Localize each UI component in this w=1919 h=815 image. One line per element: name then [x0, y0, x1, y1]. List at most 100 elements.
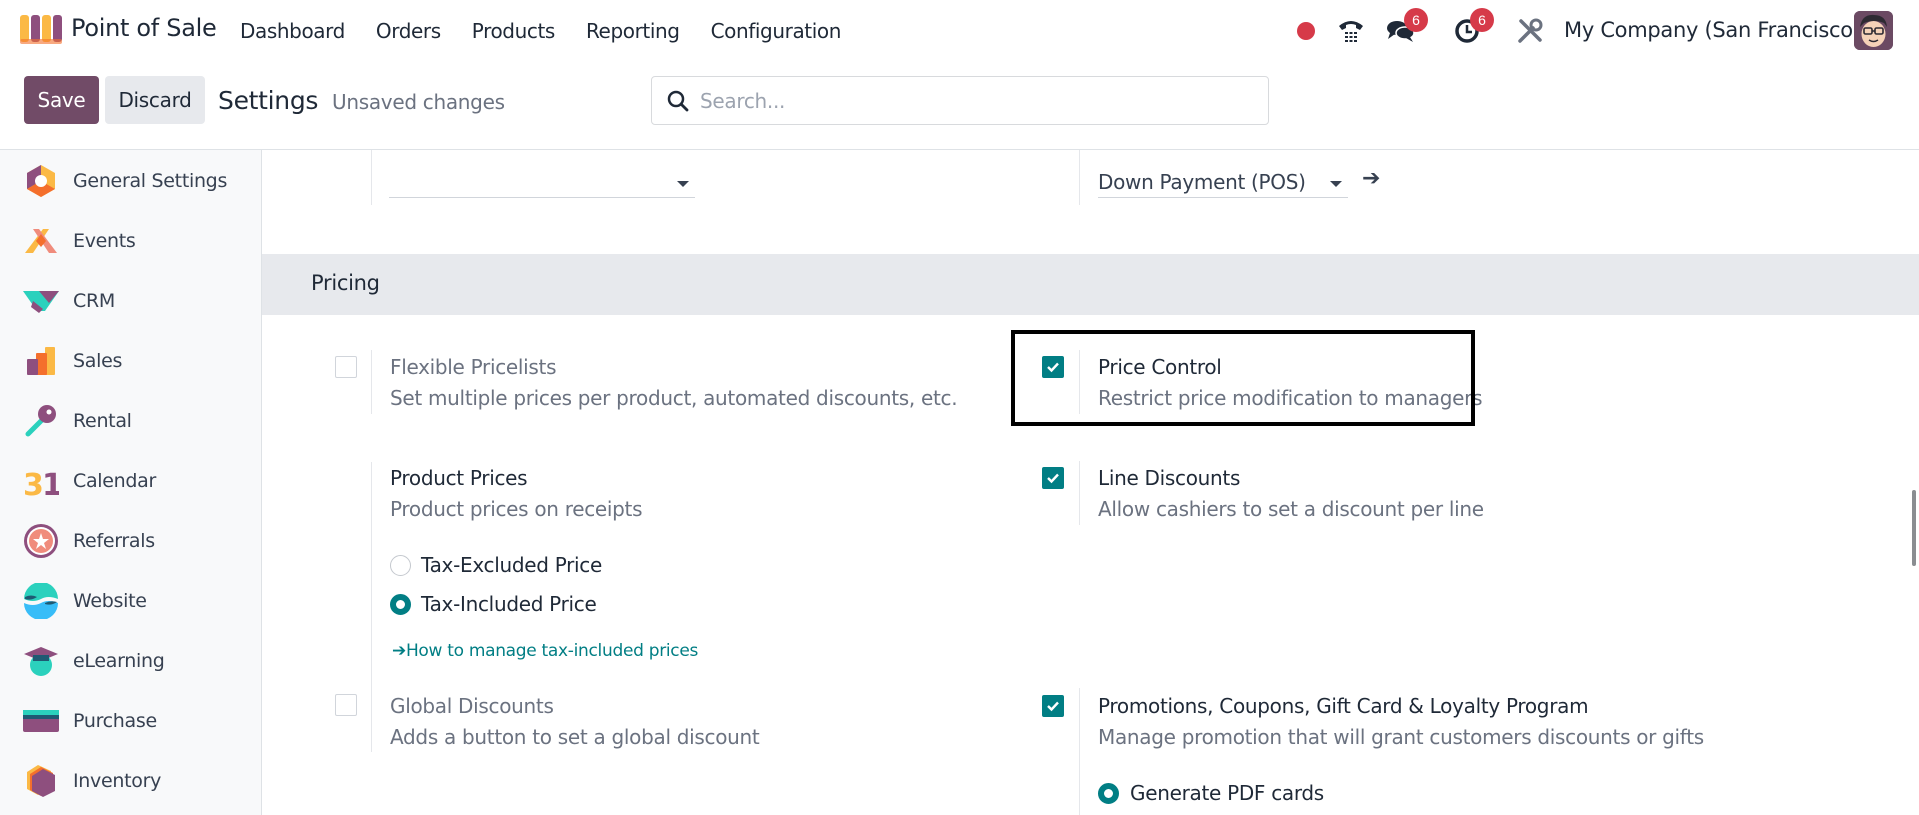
company-switcher[interactable]: My Company (San Francisco): [1564, 18, 1861, 42]
promotions-title: Promotions, Coupons, Gift Card & Loyalty…: [1098, 694, 1589, 718]
global-discounts-title: Global Discounts: [390, 694, 554, 718]
flexible-pricelists-desc: Set multiple prices per product, automat…: [390, 386, 958, 410]
tools-icon: [1518, 18, 1543, 43]
sidebar-item-label: Events: [73, 230, 136, 252]
phone-button[interactable]: [1334, 14, 1368, 48]
elearning-icon: [24, 647, 58, 676]
user-avatar[interactable]: [1854, 11, 1893, 50]
general-settings-icon: [27, 165, 55, 197]
external-link-arrow-icon[interactable]: ➔: [1362, 166, 1380, 191]
sidebar-item-general-settings[interactable]: General Settings: [0, 153, 261, 209]
tax-excluded-label[interactable]: Tax-Excluded Price: [421, 553, 602, 577]
menu-orders[interactable]: Orders: [376, 19, 441, 43]
divider: [1079, 688, 1080, 815]
sidebar-item-crm[interactable]: CRM: [0, 273, 261, 329]
line-discounts-desc: Allow cashiers to set a discount per lin…: [1098, 497, 1484, 521]
main-menu: Dashboard Orders Products Reporting Conf…: [240, 19, 872, 43]
sidebar-item-sales[interactable]: Sales: [0, 333, 261, 389]
menu-products[interactable]: Products: [472, 19, 556, 43]
sidebar-item-label: Referrals: [73, 530, 155, 552]
product-prices-title: Product Prices: [390, 466, 528, 490]
divider: [371, 150, 372, 205]
sidebar-item-label: Rental: [73, 410, 132, 432]
debug-tools-button[interactable]: [1513, 14, 1547, 48]
flexible-pricelists-checkbox[interactable]: [335, 356, 357, 378]
sidebar-item-label: Sales: [73, 350, 123, 372]
referrals-icon: [24, 524, 58, 558]
sidebar-item-elearning[interactable]: eLearning: [0, 633, 261, 689]
sidebar-item-label: General Settings: [73, 170, 228, 192]
sidebar-item-label: Calendar: [73, 470, 157, 492]
divider: [1079, 461, 1080, 525]
tax-excluded-radio[interactable]: [390, 555, 411, 576]
page-title: Settings: [218, 86, 319, 115]
sidebar-item-label: Inventory: [73, 770, 162, 792]
global-discounts-checkbox[interactable]: [335, 694, 357, 716]
sidebar-item-purchase[interactable]: Purchase: [0, 693, 261, 749]
pricing-section-header: Pricing: [262, 254, 1919, 315]
app-name[interactable]: Point of Sale: [71, 14, 217, 42]
calendar-icon: 3 1: [23, 468, 59, 499]
chevron-down-icon: [677, 181, 689, 187]
sidebar-item-label: CRM: [73, 290, 115, 312]
sidebar-item-label: Website: [73, 590, 147, 612]
sidebar-item-label: eLearning: [73, 650, 165, 672]
tax-included-radio[interactable]: [390, 594, 411, 615]
activities-badge: 6: [1470, 8, 1494, 32]
line-discounts-title: Line Discounts: [1098, 466, 1241, 490]
menu-configuration[interactable]: Configuration: [711, 19, 842, 43]
control-panel: Save Discard Settings Unsaved changes: [0, 62, 1919, 150]
recording-dot-icon[interactable]: [1297, 22, 1315, 40]
divider: [371, 462, 372, 702]
svg-text:1: 1: [42, 468, 59, 499]
tax-included-label[interactable]: Tax-Included Price: [421, 592, 597, 616]
sidebar-item-rental[interactable]: Rental: [0, 393, 261, 449]
down-payment-product-dropdown[interactable]: Down Payment (POS): [1098, 166, 1348, 198]
rental-icon: [25, 405, 56, 437]
global-discounts-desc: Adds a button to set a global discount: [390, 725, 760, 749]
events-icon: [25, 229, 57, 253]
save-button[interactable]: Save: [24, 76, 99, 124]
top-navbar: Point of Sale Dashboard Orders Products …: [0, 0, 1919, 62]
promotions-checkbox[interactable]: [1042, 695, 1064, 717]
activities-button[interactable]: 6: [1450, 8, 1494, 48]
sidebar-item-referrals[interactable]: Referrals: [0, 513, 261, 569]
sidebar-item-website[interactable]: Website: [0, 573, 261, 629]
arrow-right-icon: ➔: [392, 641, 406, 661]
crm-icon: [23, 291, 59, 313]
settings-content: Down Payment (POS) ➔ Pricing Flexible Pr…: [262, 150, 1919, 815]
divider: [1079, 150, 1080, 205]
line-discounts-checkbox[interactable]: [1042, 467, 1064, 489]
sidebar-item-calendar[interactable]: 3 1 Calendar: [0, 453, 261, 509]
check-icon: [1047, 701, 1059, 712]
messages-badge: 6: [1404, 8, 1428, 32]
generate-pdf-cards-label[interactable]: Generate PDF cards: [1130, 781, 1324, 805]
discard-button[interactable]: Discard: [105, 76, 205, 124]
inventory-icon: [27, 765, 55, 797]
price-control-highlight-box: [1011, 330, 1475, 426]
menu-reporting[interactable]: Reporting: [586, 19, 680, 43]
left-dropdown[interactable]: [389, 166, 695, 198]
menu-dashboard[interactable]: Dashboard: [240, 19, 345, 43]
down-payment-product-value: Down Payment (POS): [1098, 170, 1306, 194]
website-icon: [24, 583, 58, 619]
search-input[interactable]: [700, 85, 1250, 117]
sidebar-item-label: Purchase: [73, 710, 157, 732]
search-icon: [667, 90, 689, 112]
vertical-scrollbar[interactable]: [1912, 490, 1916, 566]
generate-pdf-cards-radio[interactable]: [1098, 783, 1119, 804]
tax-included-docs-link[interactable]: ➔How to manage tax-included prices: [392, 641, 698, 661]
settings-sidebar: General Settings Events CRM Sales Rental…: [0, 150, 262, 815]
sales-icon: [27, 347, 55, 375]
phone-icon: [1339, 21, 1363, 42]
divider: [371, 350, 372, 414]
sidebar-item-events[interactable]: Events: [0, 213, 261, 269]
promotions-desc: Manage promotion that will grant custome…: [1098, 725, 1704, 749]
pos-app-logo-icon[interactable]: [19, 15, 63, 45]
unsaved-status: Unsaved changes: [332, 90, 505, 114]
user-avatar-icon: [1854, 11, 1893, 50]
messages-button[interactable]: 6: [1384, 8, 1428, 48]
product-prices-desc: Product prices on receipts: [390, 497, 643, 521]
search-box[interactable]: [651, 76, 1269, 125]
sidebar-item-inventory[interactable]: Inventory: [0, 753, 261, 809]
